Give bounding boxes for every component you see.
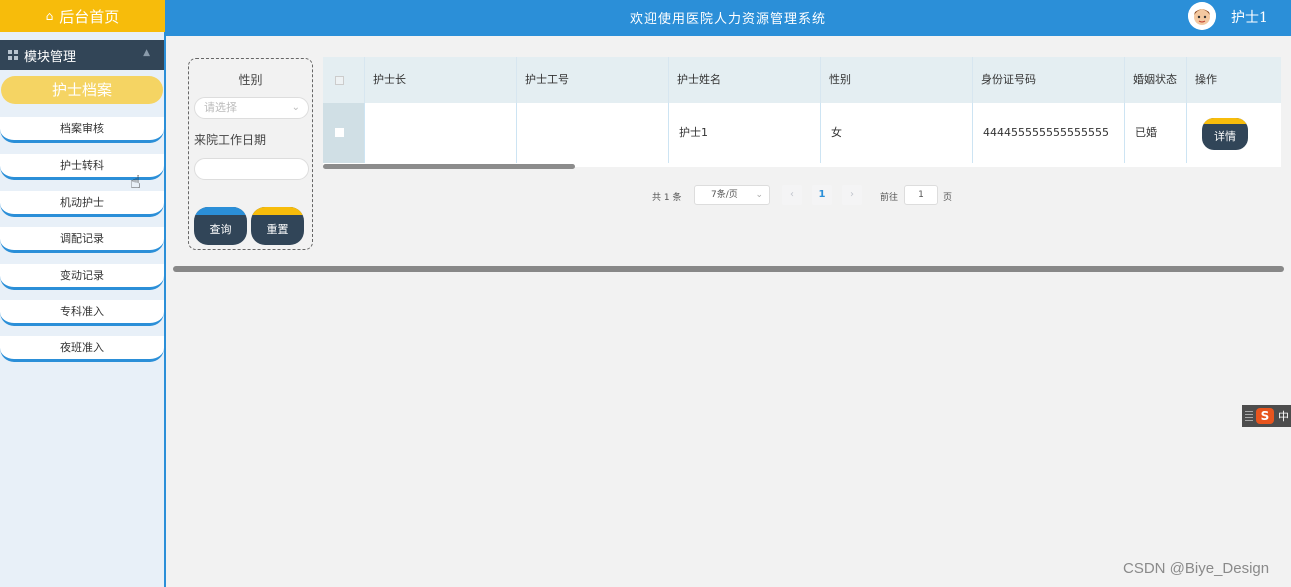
table-scrollbar[interactable] <box>323 164 575 169</box>
cell-marital-status: 已婚 <box>1125 103 1187 163</box>
cell-id-number: 444455555555555555 <box>973 103 1125 163</box>
chevron-down-icon: ⌄ <box>291 102 300 113</box>
row-checkbox[interactable] <box>335 128 344 137</box>
ime-logo-icon: S <box>1256 408 1274 424</box>
sidebar-item-change-records[interactable]: 变动记录 <box>0 264 164 290</box>
date-label: 来院工作日期 <box>194 133 267 147</box>
avatar[interactable] <box>1188 2 1216 30</box>
column-header: 操作 <box>1195 73 1217 86</box>
ime-toolbar[interactable]: S 中 <box>1242 405 1291 427</box>
column-header[interactable]: 性别 <box>821 57 973 103</box>
home-label: 后台首页 <box>59 7 120 26</box>
gender-select[interactable]: 请选择 ⌄ <box>194 97 309 119</box>
chevron-down-icon: ⌄ <box>755 190 763 200</box>
cell-nurse-name: 护士1 <box>669 103 821 163</box>
data-table: 护士长 护士工号 护士姓名 性别 身份证号码 婚姻状态 操作 护士1 女 444… <box>323 57 1281 167</box>
sidebar-item-float-nurse[interactable]: 机动护士 <box>0 191 164 217</box>
table-row[interactable]: 护士1 女 444455555555555555 已婚 <box>323 103 1281 163</box>
goto-page-input[interactable]: 1 <box>904 185 938 205</box>
column-header[interactable]: 护士姓名 <box>669 57 821 103</box>
cell-nurse-id <box>517 103 669 163</box>
date-input[interactable] <box>194 158 309 180</box>
sidebar-section-header[interactable]: 模块管理 ▲ <box>0 40 164 70</box>
chevron-up-icon: ▲ <box>143 48 150 58</box>
ime-mode[interactable]: 中 <box>1278 408 1289 424</box>
hand-cursor-icon: ☝ <box>130 172 141 193</box>
sidebar-item-night-shift-access[interactable]: 夜班准入 <box>0 336 164 362</box>
page-size-value: 7条/页 <box>711 190 738 200</box>
home-button[interactable]: ⌂ 后台首页 <box>0 0 165 32</box>
sidebar-item-allocation-records[interactable]: 调配记录 <box>0 227 164 253</box>
query-button[interactable]: 查询 <box>194 207 247 245</box>
sidebar-item-archive-review[interactable]: 档案审核 <box>0 117 164 143</box>
cell-gender: 女 <box>821 103 973 163</box>
grip-icon <box>1245 411 1253 421</box>
page-scrollbar[interactable] <box>173 266 1284 272</box>
row-select-cell <box>323 103 365 163</box>
select-all-checkbox[interactable] <box>335 76 344 85</box>
gender-label: 性别 <box>238 73 263 87</box>
sidebar-item-nurse-archive[interactable]: 护士档案 <box>1 76 163 104</box>
sidebar-item-specialty-access[interactable]: 专科准入 <box>0 300 164 326</box>
column-header[interactable]: 护士工号 <box>517 57 669 103</box>
home-icon: ⌂ <box>45 9 54 23</box>
table-header: 护士长 护士工号 护士姓名 性别 身份证号码 婚姻状态 操作 <box>323 57 1281 103</box>
next-page-button[interactable]: › <box>842 185 862 205</box>
goto-label: 前往 <box>880 193 899 203</box>
reset-button[interactable]: 重置 <box>251 207 304 245</box>
top-bar: 欢迎使用医院人力资源管理系统 护士1 <box>165 0 1291 36</box>
select-all-cell <box>323 57 365 103</box>
page-size-select[interactable]: 7条/页 ⌄ <box>694 185 770 205</box>
cell-head-nurse <box>365 103 517 163</box>
gender-select-placeholder: 请选择 <box>204 101 237 114</box>
grid-icon <box>8 50 18 60</box>
column-header[interactable]: 婚姻状态 <box>1125 57 1187 103</box>
column-header[interactable]: 护士长 <box>365 57 517 103</box>
user-name[interactable]: 护士1 <box>1231 7 1268 27</box>
site-title: 欢迎使用医院人力资源管理系统 <box>629 12 826 27</box>
sidebar: 模块管理 ▲ 护士档案 档案审核 护士转科 机动护士 调配记录 变动记录 专科准… <box>0 32 166 587</box>
total-count: 共 1 条 <box>652 193 682 203</box>
watermark: CSDN @Biye_Design <box>1123 560 1270 577</box>
detail-button[interactable]: 详情 <box>1202 118 1248 150</box>
search-panel: 性别 请选择 ⌄ 来院工作日期 查询 重置 <box>188 58 313 250</box>
current-page[interactable]: 1 <box>812 185 832 205</box>
sidebar-section-label: 模块管理 <box>24 49 77 65</box>
column-header[interactable]: 身份证号码 <box>973 57 1125 103</box>
prev-page-button[interactable]: ‹ <box>782 185 802 205</box>
page-suffix: 页 <box>943 193 953 203</box>
